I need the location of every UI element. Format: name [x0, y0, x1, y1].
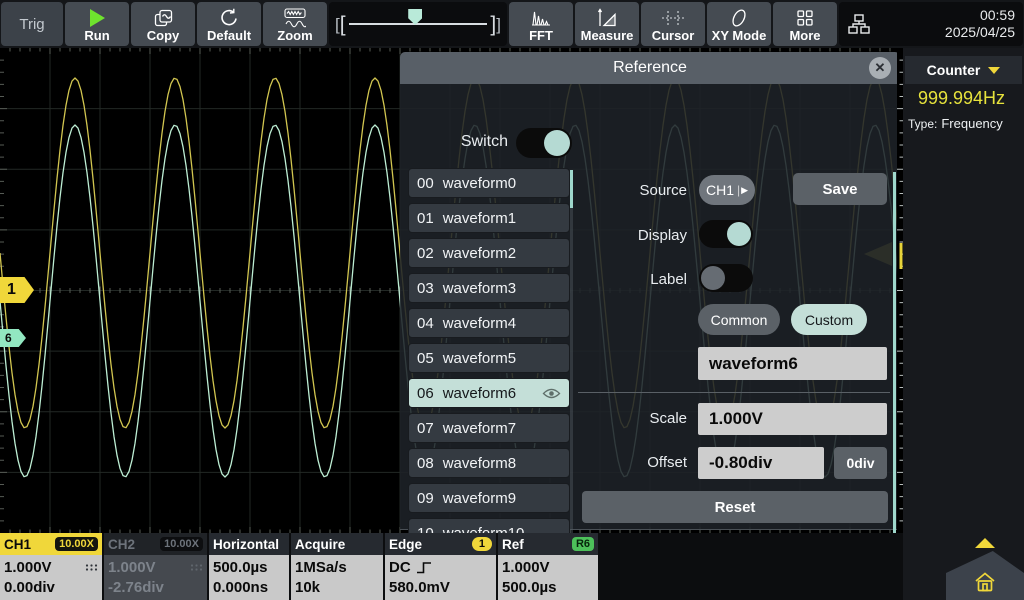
coupling-dots-icon [190, 563, 203, 572]
scale-label: Scale [573, 410, 687, 427]
trig-button[interactable]: Trig [1, 2, 63, 46]
fft-button[interactable]: FFT [509, 2, 573, 46]
scale-field[interactable]: 1.000V [698, 403, 887, 435]
ch1-status-block[interactable]: CH1 10.00X 1.000V 0.00div [0, 533, 102, 600]
reference-list-item-02[interactable]: 02waveform2 [408, 238, 570, 268]
default-button[interactable]: Default [197, 2, 261, 46]
dialog-titlebar[interactable]: Reference [400, 52, 900, 84]
switch-toggle[interactable] [516, 128, 572, 158]
divider [578, 392, 890, 393]
xy-ellipse-icon [728, 7, 750, 29]
reset-button[interactable]: Reset [582, 491, 888, 523]
settings-scrollbar[interactable] [893, 172, 896, 552]
horizontal-preview-slider[interactable]: [ [ ] ] [329, 2, 507, 46]
visible-eye-icon [542, 387, 561, 400]
copy-button[interactable]: Copy [131, 2, 195, 46]
counter-value: 999.994Hz [903, 88, 1020, 109]
measure-icon [596, 7, 618, 29]
reference-dialog: Reference ✕ Switch 00waveform0 01waveform… [400, 52, 900, 530]
top-toolbar: Trig Run Copy Default [0, 0, 1024, 48]
dialog-body: Switch 00waveform0 01waveform1 02waveform2… [400, 84, 900, 530]
chevron-down-icon [988, 67, 1000, 74]
right-sidebar: Counter 999.994Hz Type:Frequency [903, 48, 1024, 600]
run-button[interactable]: Run [65, 2, 129, 46]
source-select[interactable]: CH1 | ▶ [699, 175, 755, 205]
dialog-title-text: Reference [613, 59, 687, 77]
measure-button[interactable]: Measure [575, 2, 639, 46]
reference-list-item-05[interactable]: 05waveform5 [408, 343, 570, 373]
more-button[interactable]: More [773, 2, 837, 46]
preview-slider-marker[interactable] [408, 9, 422, 25]
reference-list-item-06[interactable]: 06waveform6 [408, 378, 570, 408]
label-label: Label [573, 271, 687, 288]
default-reset-icon [219, 7, 239, 29]
label-toggle[interactable] [699, 264, 753, 292]
common-button[interactable]: Common [698, 304, 780, 335]
display-toggle[interactable] [699, 220, 753, 248]
offset-field[interactable]: -0.80div [698, 447, 824, 479]
reference-name-field[interactable]: waveform6 [698, 347, 887, 380]
reference-list-item-01[interactable]: 01waveform1 [408, 203, 570, 233]
save-button[interactable]: Save [793, 173, 887, 205]
ch1-probe-badge: 10.00X [55, 537, 98, 551]
switch-label: Switch [400, 133, 508, 151]
cursor-crosshair-icon [661, 7, 685, 29]
ref-status-block[interactable]: Ref R6 1.000V 500.0µs [498, 533, 598, 600]
reference-list-item-08[interactable]: 08waveform8 [408, 448, 570, 478]
graticule-right-edge-ticks [897, 48, 903, 533]
slider-left-window-bracket: [ [340, 14, 346, 35]
copy-icon [153, 7, 174, 29]
dropdown-arrow-icon: ▶ [741, 185, 748, 196]
ch2-status-block[interactable]: CH2 10.00X 1.000V -2.76div [104, 533, 207, 600]
slider-track[interactable] [349, 23, 488, 25]
clock-block[interactable]: 00:59 2025/04/25 [839, 2, 1023, 46]
reference-list-item-09[interactable]: 09waveform9 [408, 483, 570, 513]
cursor-button[interactable]: Cursor [641, 2, 705, 46]
coupling-dots-icon [85, 563, 98, 572]
ref-slot-badge: R6 [572, 537, 594, 551]
close-icon[interactable]: ✕ [869, 57, 891, 79]
acquire-status-block[interactable]: Acquire 1MSa/s 10k [291, 533, 383, 600]
home-button[interactable] [946, 551, 1024, 600]
oscilloscope-screen: Trig Run Copy Default [0, 0, 1024, 600]
zero-div-button[interactable]: 0div [834, 447, 887, 479]
offset-label: Offset [573, 454, 687, 471]
network-icon[interactable] [847, 12, 871, 36]
horizontal-status-block[interactable]: Horizontal 500.0µs 0.000ns [209, 533, 289, 600]
more-grid-icon [796, 7, 814, 29]
zoom-wave-icon [284, 7, 306, 29]
custom-button[interactable]: Custom [791, 304, 867, 335]
chevron-up-icon[interactable] [975, 538, 995, 548]
fft-spectrum-icon [530, 7, 552, 29]
counter-dropdown[interactable]: Counter [905, 56, 1022, 84]
counter-type: Type:Frequency [908, 116, 1003, 131]
trigger-status-block[interactable]: Edge 1 DC 580.0mV [385, 533, 496, 600]
time-text: 00:59 [871, 7, 1015, 24]
reference-list-item-03[interactable]: 03waveform3 [408, 273, 570, 303]
reference-list-item-00[interactable]: 00waveform0 [408, 168, 570, 198]
reference-list: 00waveform0 01waveform1 02waveform2 03wavef… [408, 168, 570, 553]
display-label: Display [573, 227, 687, 244]
source-label: Source [573, 182, 687, 199]
trig-label: Trig [19, 16, 44, 33]
trigger-source-badge: 1 [472, 537, 492, 551]
rising-edge-icon [416, 560, 433, 575]
zoom-button[interactable]: Zoom [263, 2, 327, 46]
reference-list-item-07[interactable]: 07waveform7 [408, 413, 570, 443]
datetime: 00:59 2025/04/25 [871, 7, 1015, 41]
bottom-status-bar: CH1 10.00X 1.000V 0.00div CH2 10.00X [0, 533, 903, 600]
home-icon [972, 570, 998, 594]
ch2-probe-badge: 10.00X [160, 537, 203, 551]
date-text: 2025/04/25 [871, 24, 1015, 41]
slider-right-bracket: ] [496, 16, 501, 33]
reference-list-item-04[interactable]: 04waveform4 [408, 308, 570, 338]
run-play-icon [90, 7, 105, 29]
xy-mode-button[interactable]: XY Mode [707, 2, 771, 46]
